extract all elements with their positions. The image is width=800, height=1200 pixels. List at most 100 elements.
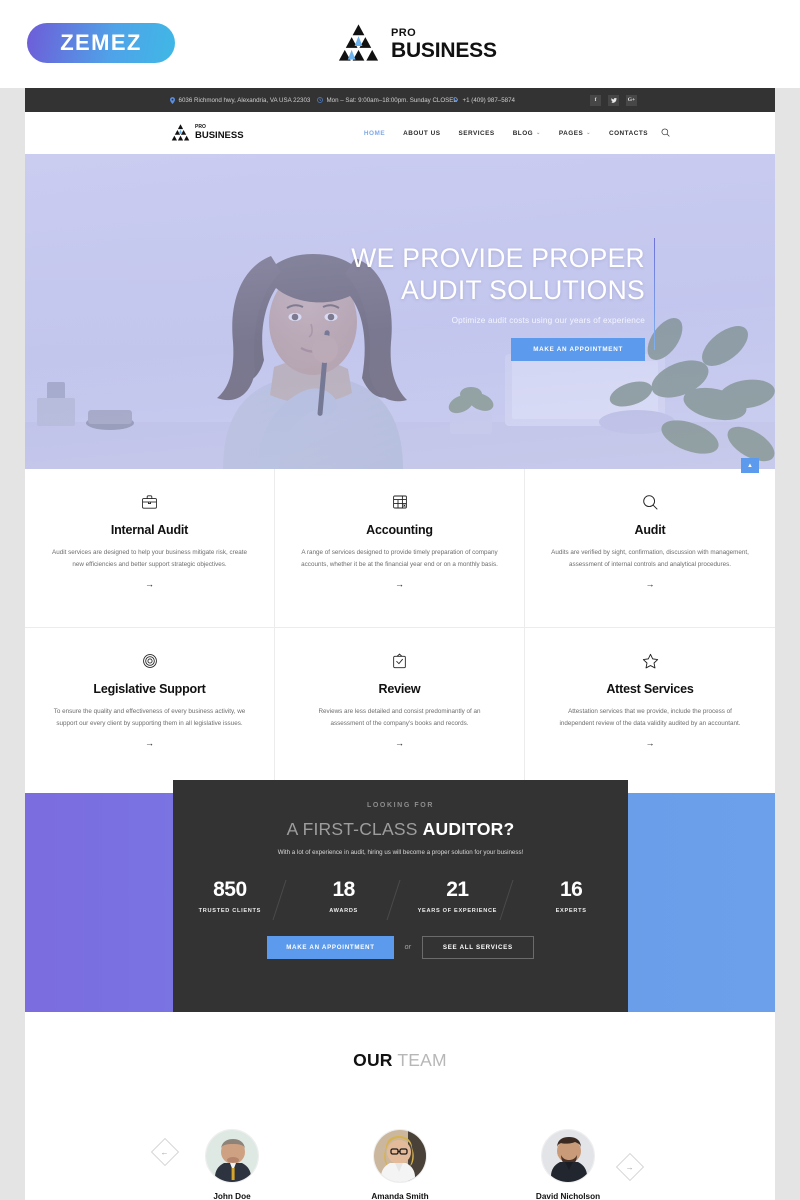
team-member[interactable]: Amanda Smith bbox=[365, 1129, 435, 1200]
cta-heading-bold: AUDITOR? bbox=[422, 819, 515, 839]
cta-section: LOOKING FOR A FIRST-CLASS AUDITOR? With … bbox=[25, 780, 775, 1017]
address-text: 6036 Richmond hwy, Alexandria, VA USA 22… bbox=[178, 96, 311, 104]
star-icon bbox=[551, 650, 749, 672]
nav-item-label: CONTACTS bbox=[608, 129, 648, 137]
nav-item-label: BLOG bbox=[512, 129, 534, 137]
service-card-accounting[interactable]: Accounting A range of services designed … bbox=[275, 469, 525, 628]
service-arrow-icon[interactable]: → bbox=[551, 579, 749, 589]
google-plus-icon[interactable]: G+ bbox=[626, 94, 637, 106]
triangle-logo-icon bbox=[170, 123, 191, 143]
team-member-name: John Doe bbox=[213, 1192, 251, 1200]
service-arrow-icon[interactable]: → bbox=[301, 738, 498, 748]
team-heading-bold: OUR bbox=[353, 1050, 393, 1070]
service-title: Review bbox=[378, 682, 421, 696]
cta-eyebrow: LOOKING FOR bbox=[367, 802, 434, 809]
twitter-icon[interactable] bbox=[608, 94, 619, 106]
chevron-down-icon: ⌄ bbox=[586, 130, 591, 136]
service-card-audit[interactable]: ▲ Audit Audits are verified by sight, co… bbox=[525, 458, 775, 628]
arrow-left-icon: ← bbox=[161, 1147, 169, 1157]
social-links: f G+ bbox=[590, 94, 637, 106]
service-title: Legislative Support bbox=[93, 682, 206, 696]
triangle-logo-icon bbox=[335, 22, 382, 66]
nav-item-contacts[interactable]: CONTACTS bbox=[609, 130, 648, 137]
nav-item-label: PAGES bbox=[558, 129, 584, 137]
nav-item-label: SERVICES bbox=[458, 129, 495, 137]
nav-logo-business-text: BUSINESS bbox=[195, 130, 244, 142]
counter-label: AWARDS bbox=[329, 908, 358, 914]
team-member-name: Amanda Smith bbox=[371, 1192, 429, 1200]
counters-row: 850 TRUSTED CLIENTS 18 AWARDS 21 YEARS O… bbox=[173, 878, 628, 914]
phone-text: +1 (409) 987–5874 bbox=[462, 96, 515, 104]
brand-strip: ZEMEZ PRO BUSINESS bbox=[0, 0, 800, 88]
counter-awards: 18 AWARDS bbox=[287, 878, 401, 914]
zemez-label: ZEMEZ bbox=[60, 30, 142, 55]
phone-info[interactable]: +1 (409) 987–5874 bbox=[453, 97, 515, 104]
service-description: Reviews are less detailed and consist pr… bbox=[318, 708, 481, 727]
cta-heading: A FIRST-CLASS AUDITOR? bbox=[173, 819, 628, 840]
counter-years-of-experience: 21 YEARS OF EXPERIENCE bbox=[401, 878, 515, 914]
lifebuoy-icon bbox=[51, 650, 248, 672]
nav-logo[interactable]: PRO BUSINESS bbox=[170, 123, 244, 143]
hero-appointment-button[interactable]: MAKE AN APPOINTMENT bbox=[511, 337, 645, 361]
nav-item-home[interactable]: HOME bbox=[364, 130, 385, 137]
counter-value: 16 bbox=[559, 878, 583, 901]
clipboard-check-icon bbox=[301, 650, 498, 672]
cta-separator-text: or bbox=[404, 944, 411, 951]
counter-label: YEARS OF EXPERIENCE bbox=[417, 908, 498, 914]
service-card-legislative-support[interactable]: Legislative Support To ensure the qualit… bbox=[25, 628, 275, 787]
services-grid: Internal Audit Audit services are design… bbox=[25, 458, 775, 787]
counter-trusted-clients: 850 TRUSTED CLIENTS bbox=[173, 878, 287, 914]
counter-label: EXPERTS bbox=[555, 908, 587, 914]
nav-item-services[interactable]: SERVICES bbox=[458, 130, 494, 137]
service-title: Audit bbox=[634, 523, 666, 537]
nav-item-pages[interactable]: PAGES ⌄ bbox=[559, 130, 591, 137]
hero-title-line2: AUDIT SOLUTIONS bbox=[400, 275, 645, 306]
nav-item-about-us[interactable]: ABOUT US bbox=[403, 130, 440, 137]
service-card-attest-services[interactable]: Attest Services Attestation services tha… bbox=[525, 628, 775, 787]
service-description: Audits are verified by sight, confirmati… bbox=[551, 549, 749, 568]
service-title: Accounting bbox=[366, 523, 433, 537]
spreadsheet-icon bbox=[301, 491, 498, 513]
logo-pro-text: PRO bbox=[391, 26, 417, 39]
logo-wordmark: PRO BUSINESS bbox=[391, 26, 497, 62]
pro-business-logo[interactable]: PRO BUSINESS bbox=[335, 22, 497, 66]
service-arrow-icon[interactable]: → bbox=[51, 579, 248, 589]
hero-accent-rule bbox=[653, 238, 655, 350]
service-arrow-icon[interactable]: → bbox=[551, 738, 749, 748]
team-section: OUR TEAM ← → John Doe Amanda Smith David… bbox=[25, 1017, 775, 1200]
nav-item-blog[interactable]: BLOG ⌄ bbox=[513, 130, 541, 137]
facebook-icon[interactable]: f bbox=[590, 94, 601, 106]
team-heading: OUR TEAM bbox=[25, 1050, 775, 1071]
chevron-up-icon: ▲ bbox=[747, 462, 753, 469]
avatar bbox=[205, 1129, 259, 1183]
service-arrow-icon[interactable]: → bbox=[51, 738, 248, 748]
hours-text: Mon – Sat: 9:00am–18:00pm. Sunday CLOSED bbox=[326, 96, 458, 104]
cta-actions: MAKE AN APPOINTMENT or SEE ALL SERVICES bbox=[173, 936, 628, 959]
team-members: John Doe Amanda Smith David Nicholson bbox=[25, 1129, 775, 1200]
phone-icon bbox=[453, 97, 459, 103]
service-title: Attest Services bbox=[606, 682, 694, 696]
service-card-review[interactable]: Review Reviews are less detailed and con… bbox=[275, 628, 525, 787]
cta-appointment-button[interactable]: MAKE AN APPOINTMENT bbox=[267, 936, 394, 959]
team-member[interactable]: David Nicholson bbox=[533, 1129, 603, 1200]
logo-business-text: BUSINESS bbox=[391, 38, 497, 62]
map-pin-icon bbox=[170, 96, 175, 104]
search-icon[interactable] bbox=[661, 124, 670, 142]
team-member[interactable]: John Doe bbox=[197, 1129, 267, 1200]
cta-all-services-button[interactable]: SEE ALL SERVICES bbox=[421, 936, 534, 959]
avatar bbox=[541, 1129, 595, 1183]
cta-heading-light: A FIRST-CLASS bbox=[286, 819, 418, 839]
main-navbar: PRO BUSINESS HOME ABOUT US SERVICES BLOG… bbox=[25, 112, 775, 154]
service-description: Attestation services that we provide, in… bbox=[559, 708, 741, 727]
scroll-to-top-button[interactable]: ▲ bbox=[741, 458, 759, 473]
zemez-logo[interactable]: ZEMEZ bbox=[27, 23, 175, 63]
cta-subtitle: With a lot of experience in audit, hirin… bbox=[277, 849, 524, 856]
service-description: A range of services designed to provide … bbox=[301, 549, 498, 568]
service-card-internal-audit[interactable]: Internal Audit Audit services are design… bbox=[25, 469, 275, 628]
service-arrow-icon[interactable]: → bbox=[301, 579, 498, 589]
counter-value: 850 bbox=[213, 878, 247, 901]
counter-experts: 16 EXPERTS bbox=[514, 878, 628, 914]
nav-item-label: ABOUT US bbox=[403, 129, 441, 137]
arrow-right-icon: → bbox=[626, 1162, 634, 1172]
cta-panel: LOOKING FOR A FIRST-CLASS AUDITOR? With … bbox=[173, 780, 628, 1012]
